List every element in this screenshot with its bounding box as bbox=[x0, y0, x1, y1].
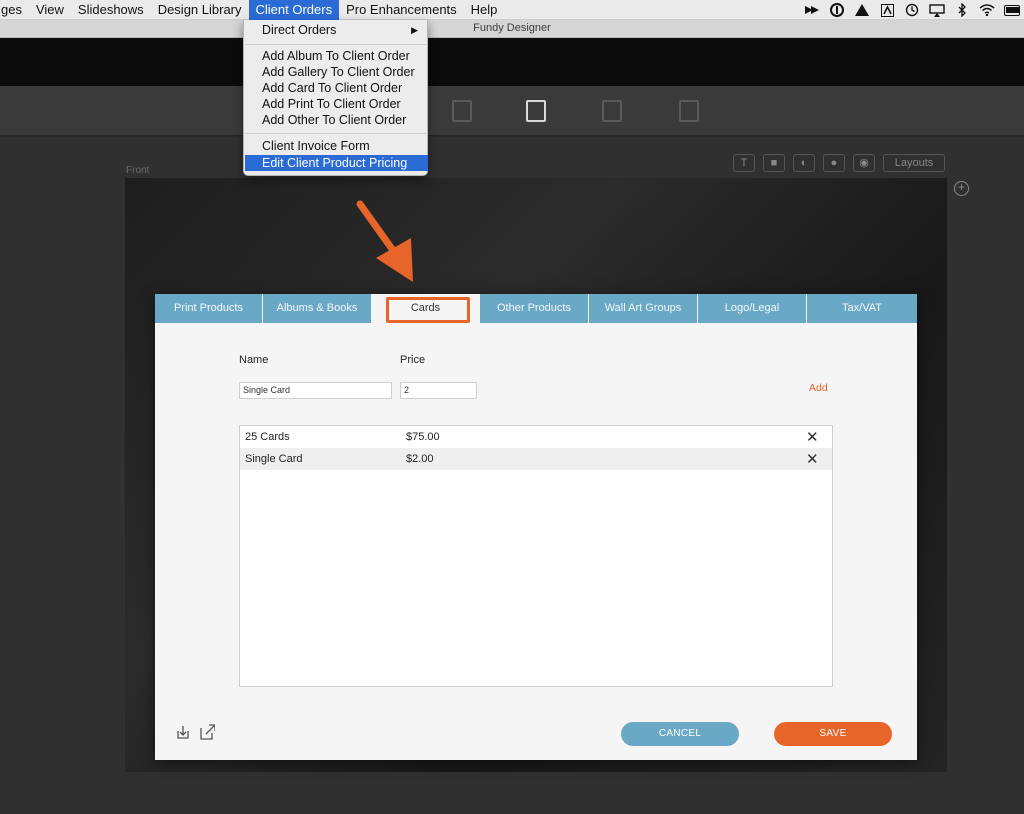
row-price: $2.00 bbox=[406, 453, 434, 465]
name-input[interactable]: Single Card bbox=[239, 382, 392, 399]
delete-icon[interactable]: ✕ bbox=[806, 428, 819, 446]
arrow-icon[interactable] bbox=[804, 3, 820, 17]
battery-icon[interactable] bbox=[1004, 3, 1020, 17]
tab-other-products[interactable]: Other Products bbox=[480, 294, 589, 323]
bluetooth-icon[interactable] bbox=[954, 3, 970, 17]
menu-item-add-card[interactable]: Add Card To Client Order bbox=[245, 80, 428, 96]
drive-icon[interactable] bbox=[854, 3, 870, 17]
pricing-tabs: Print Products Albums & Books Cards Othe… bbox=[155, 294, 917, 323]
table-row[interactable]: 25 Cards $75.00 ✕ bbox=[240, 426, 832, 448]
eye-icon[interactable]: ◉ bbox=[853, 154, 875, 172]
app-icon[interactable] bbox=[879, 3, 895, 17]
menu-item-invoice-form[interactable]: Client Invoice Form bbox=[245, 138, 428, 154]
menu-separator bbox=[245, 133, 428, 134]
export-icon[interactable] bbox=[199, 724, 215, 740]
cancel-button[interactable]: CANCEL bbox=[621, 722, 739, 746]
window-title-bar: Fundy Designer bbox=[0, 20, 1024, 38]
name-label: Name bbox=[239, 354, 269, 366]
layout-icon[interactable] bbox=[602, 100, 622, 122]
time-machine-icon[interactable] bbox=[904, 3, 920, 17]
add-page-icon[interactable]: + bbox=[954, 181, 969, 196]
canvas-toolbar: T ■ ◐ ● ◉ Layouts bbox=[733, 154, 945, 172]
app-toolbar bbox=[0, 86, 1024, 136]
tab-wall-art-groups[interactable]: Wall Art Groups bbox=[589, 294, 698, 323]
table-row[interactable]: Single Card $2.00 ✕ bbox=[240, 448, 832, 470]
menu-item-add-gallery[interactable]: Add Gallery To Client Order bbox=[245, 64, 428, 80]
shape-tool-icon[interactable]: ■ bbox=[763, 154, 785, 172]
tab-highlight-box bbox=[386, 297, 470, 323]
save-button[interactable]: SAVE bbox=[774, 722, 892, 746]
airplay-icon[interactable] bbox=[929, 3, 945, 17]
tab-tax-vat[interactable]: Tax/VAT bbox=[807, 294, 917, 323]
price-list: 25 Cards $75.00 ✕ Single Card $2.00 ✕ bbox=[239, 425, 833, 687]
tab-albums-books[interactable]: Albums & Books bbox=[263, 294, 372, 323]
menu-help[interactable]: Help bbox=[464, 0, 505, 20]
row-name: 25 Cards bbox=[245, 431, 290, 443]
menu-item-add-print[interactable]: Add Print To Client Order bbox=[245, 96, 428, 112]
info-icon[interactable] bbox=[829, 3, 845, 17]
menu-bar: ges View Slideshows Design Library Clien… bbox=[0, 0, 1024, 20]
menu-slideshows[interactable]: Slideshows bbox=[71, 0, 151, 20]
status-area bbox=[804, 0, 1024, 20]
row-price: $75.00 bbox=[406, 431, 440, 443]
menu-item-label: Direct Orders bbox=[262, 23, 337, 37]
price-input[interactable]: 2 bbox=[400, 382, 477, 399]
add-button[interactable]: Add bbox=[809, 382, 828, 394]
front-label: Front bbox=[126, 165, 150, 176]
pricing-dialog: Print Products Albums & Books Cards Othe… bbox=[155, 294, 917, 760]
price-label: Price bbox=[400, 354, 426, 366]
delete-icon[interactable]: ✕ bbox=[806, 450, 819, 468]
pointer-arrow-icon bbox=[356, 200, 413, 282]
import-icon[interactable] bbox=[175, 724, 191, 740]
menu-item-direct-orders[interactable]: Direct Orders ▶ bbox=[245, 22, 428, 38]
client-orders-menu: Direct Orders ▶ Add Album To Client Orde… bbox=[243, 20, 428, 176]
menu-client-orders[interactable]: Client Orders bbox=[248, 0, 340, 20]
menu-pro-enhancements[interactable]: Pro Enhancements bbox=[339, 0, 464, 20]
window-title: Fundy Designer bbox=[473, 22, 551, 34]
menu-separator bbox=[245, 44, 428, 45]
tools-icon[interactable] bbox=[679, 100, 699, 122]
app-header bbox=[0, 38, 1024, 86]
submenu-arrow-icon: ▶ bbox=[411, 25, 418, 35]
wifi-icon[interactable] bbox=[979, 3, 995, 17]
pin-tool-icon[interactable]: ● bbox=[823, 154, 845, 172]
tab-print-products[interactable]: Print Products bbox=[155, 294, 263, 323]
layouts-button[interactable]: Layouts bbox=[883, 154, 945, 172]
color-tool-icon[interactable]: ◐ bbox=[793, 154, 815, 172]
menu-item-add-album[interactable]: Add Album To Client Order bbox=[245, 48, 428, 64]
menu-pages[interactable]: ges bbox=[0, 0, 29, 20]
menu-item-edit-pricing[interactable]: Edit Client Product Pricing bbox=[245, 155, 428, 171]
menu-item-add-other[interactable]: Add Other To Client Order bbox=[245, 112, 428, 128]
text-tool-icon[interactable]: T bbox=[733, 154, 755, 172]
pages-icon[interactable] bbox=[526, 100, 546, 122]
menu-design-library[interactable]: Design Library bbox=[151, 0, 249, 20]
album-icon[interactable] bbox=[452, 100, 472, 122]
row-name: Single Card bbox=[245, 453, 303, 465]
menu-view[interactable]: View bbox=[29, 0, 71, 20]
tab-logo-legal[interactable]: Logo/Legal bbox=[698, 294, 807, 323]
